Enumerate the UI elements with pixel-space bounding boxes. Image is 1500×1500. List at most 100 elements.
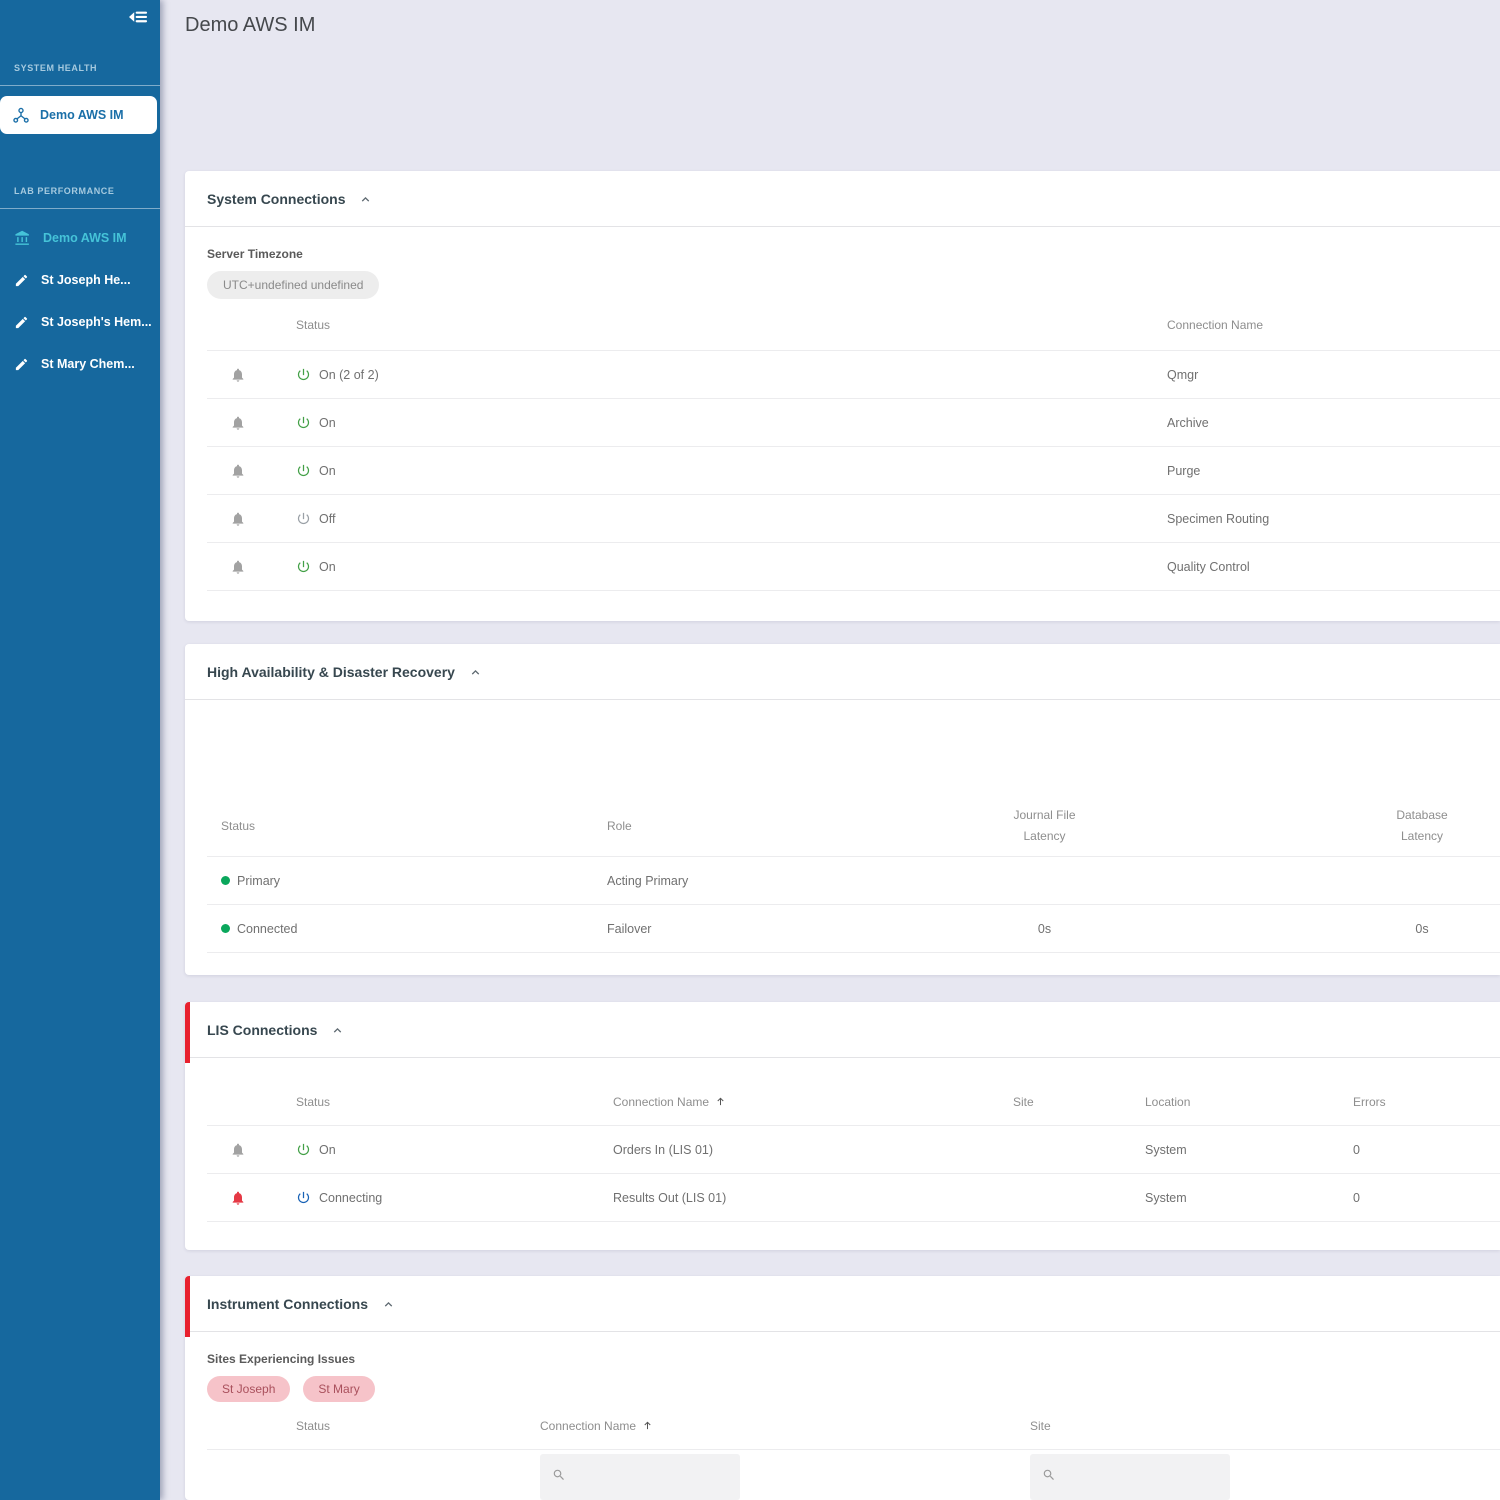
sidebar-item-label: St Joseph's Hem... [41, 315, 152, 329]
sort-ascending-icon[interactable] [642, 1420, 653, 1431]
bell-icon[interactable] [230, 367, 246, 383]
power-icon [296, 1142, 311, 1157]
hadr-card: High Availability & Disaster Recovery St… [185, 644, 1500, 975]
status-dot-green [221, 924, 230, 933]
system-connections-card: System Connections Server Timezone UTC+u… [185, 171, 1500, 621]
instrument-connections-header[interactable]: Instrument Connections [185, 1276, 1500, 1331]
table-row: On Archive [207, 399, 1500, 447]
sites-experiencing-issues-label: Sites Experiencing Issues [207, 1352, 356, 1366]
status-text: Off [319, 511, 336, 526]
lis-connections-card: LIS Connections Status Connection Name S… [185, 1002, 1500, 1250]
sidebar-item-label: Demo AWS IM [40, 108, 124, 122]
connection-name: Qmgr [1167, 367, 1199, 382]
column-site: Site [1030, 1418, 1051, 1433]
role-text: Failover [607, 921, 652, 936]
sidebar-item-label: St Joseph He... [41, 273, 131, 287]
sidebar-collapse-button[interactable] [129, 10, 148, 29]
errors-count: 0 [1353, 1190, 1360, 1205]
status-text: Connecting [319, 1190, 383, 1205]
location-text: System [1145, 1142, 1187, 1157]
site-filter-input[interactable] [1030, 1454, 1230, 1500]
hadr-header[interactable]: High Availability & Disaster Recovery [185, 644, 1500, 699]
system-connections-header[interactable]: System Connections [185, 171, 1500, 226]
divider [185, 226, 1500, 227]
chevron-up-icon [331, 1024, 344, 1037]
status-text: Primary [237, 873, 281, 888]
database-latency: 0s [1415, 921, 1429, 936]
sidebar-item-label: Demo AWS IM [43, 231, 127, 245]
power-icon [296, 415, 311, 430]
column-connection-name: Connection Name [540, 1418, 637, 1433]
sidebar-item-st-joseph-he[interactable]: St Joseph He... [0, 259, 160, 301]
alert-accent-bar [185, 1002, 190, 1063]
status-text: On [319, 559, 336, 574]
pencil-icon [14, 273, 29, 288]
table-row: On Orders In (LIS 01) System 0 [207, 1126, 1500, 1174]
journal-latency: 0s [1037, 921, 1052, 936]
pencil-icon [14, 357, 29, 372]
bell-icon[interactable] [230, 415, 246, 431]
chevron-up-icon [382, 1298, 395, 1311]
site-issue-badge: St Joseph [207, 1376, 291, 1402]
location-text: System [1145, 1190, 1187, 1205]
sidebar-section-system-health: SYSTEM HEALTH [14, 63, 98, 73]
connection-name-filter-input[interactable] [540, 1454, 740, 1500]
table-header: Status Connection Name [207, 299, 1500, 351]
server-timezone-label: Server Timezone [207, 247, 303, 261]
column-database-latency: Database Latency [1396, 808, 1448, 843]
sidebar-item-st-josephs-hem[interactable]: St Joseph's Hem... [0, 301, 160, 343]
connection-name: Quality Control [1167, 559, 1250, 574]
sidebar-divider [0, 208, 160, 209]
sidebar: SYSTEM HEALTH Demo AWS IM LAB PERFORMANC… [0, 0, 160, 1500]
power-icon [296, 367, 311, 382]
section-title: LIS Connections [207, 1021, 318, 1038]
power-icon [296, 559, 311, 574]
sidebar-section-lab-performance: LAB PERFORMANCE [14, 186, 115, 196]
collapse-left-icon [129, 10, 148, 29]
column-role: Role [607, 818, 632, 833]
lis-connections-header[interactable]: LIS Connections [185, 1002, 1500, 1057]
status-text: On [319, 415, 336, 430]
table-row: On Purge [207, 447, 1500, 495]
column-connection-name: Connection Name [613, 1094, 710, 1109]
section-title: Instrument Connections [207, 1295, 369, 1312]
table-header: Status Role Journal File Latency Database… [207, 795, 1500, 857]
sort-ascending-icon[interactable] [715, 1096, 726, 1107]
pencil-icon [14, 315, 29, 330]
column-errors: Errors [1353, 1094, 1386, 1109]
power-icon [296, 511, 311, 526]
alert-bell-icon[interactable] [230, 1190, 246, 1206]
connection-name: Archive [1167, 415, 1209, 430]
bell-icon[interactable] [230, 511, 246, 527]
search-icon [1042, 1468, 1056, 1487]
sidebar-divider [0, 85, 160, 86]
bell-icon[interactable] [230, 1142, 246, 1158]
table-header: Status Connection Name Site [207, 1402, 1500, 1450]
table-row: On (2 of 2) Qmgr [207, 351, 1500, 399]
filter-row [207, 1454, 1500, 1500]
power-icon [296, 1190, 311, 1205]
column-journal-file-latency: Journal File Latency [1013, 808, 1076, 843]
table-row: On Quality Control [207, 543, 1500, 591]
column-connection-name: Connection Name [1167, 317, 1264, 332]
bell-icon[interactable] [230, 559, 246, 575]
chevron-up-icon [469, 666, 482, 679]
sidebar-item-st-mary-chem[interactable]: St Mary Chem... [0, 343, 160, 385]
sidebar-item-label: St Mary Chem... [41, 357, 135, 371]
divider [185, 1331, 1500, 1332]
errors-count: 0 [1353, 1142, 1360, 1157]
server-timezone-pill: UTC+undefined undefined [207, 271, 380, 299]
page-title: Demo AWS IM [185, 14, 316, 36]
column-status: Status [296, 1094, 331, 1109]
sidebar-item-demo-aws-im-lab[interactable]: Demo AWS IM [0, 217, 160, 259]
status-text: On [319, 463, 336, 478]
connection-name: Purge [1167, 463, 1201, 478]
sidebar-item-demo-aws-im-system-health[interactable]: Demo AWS IM [0, 96, 157, 134]
table-row: Off Specimen Routing [207, 495, 1500, 543]
alert-accent-bar [185, 1276, 190, 1337]
connection-name: Orders In (LIS 01) [613, 1142, 714, 1157]
status-text: On (2 of 2) [319, 367, 379, 382]
role-text: Acting Primary [607, 873, 689, 888]
bell-icon[interactable] [230, 463, 246, 479]
status-text: On [319, 1142, 336, 1157]
